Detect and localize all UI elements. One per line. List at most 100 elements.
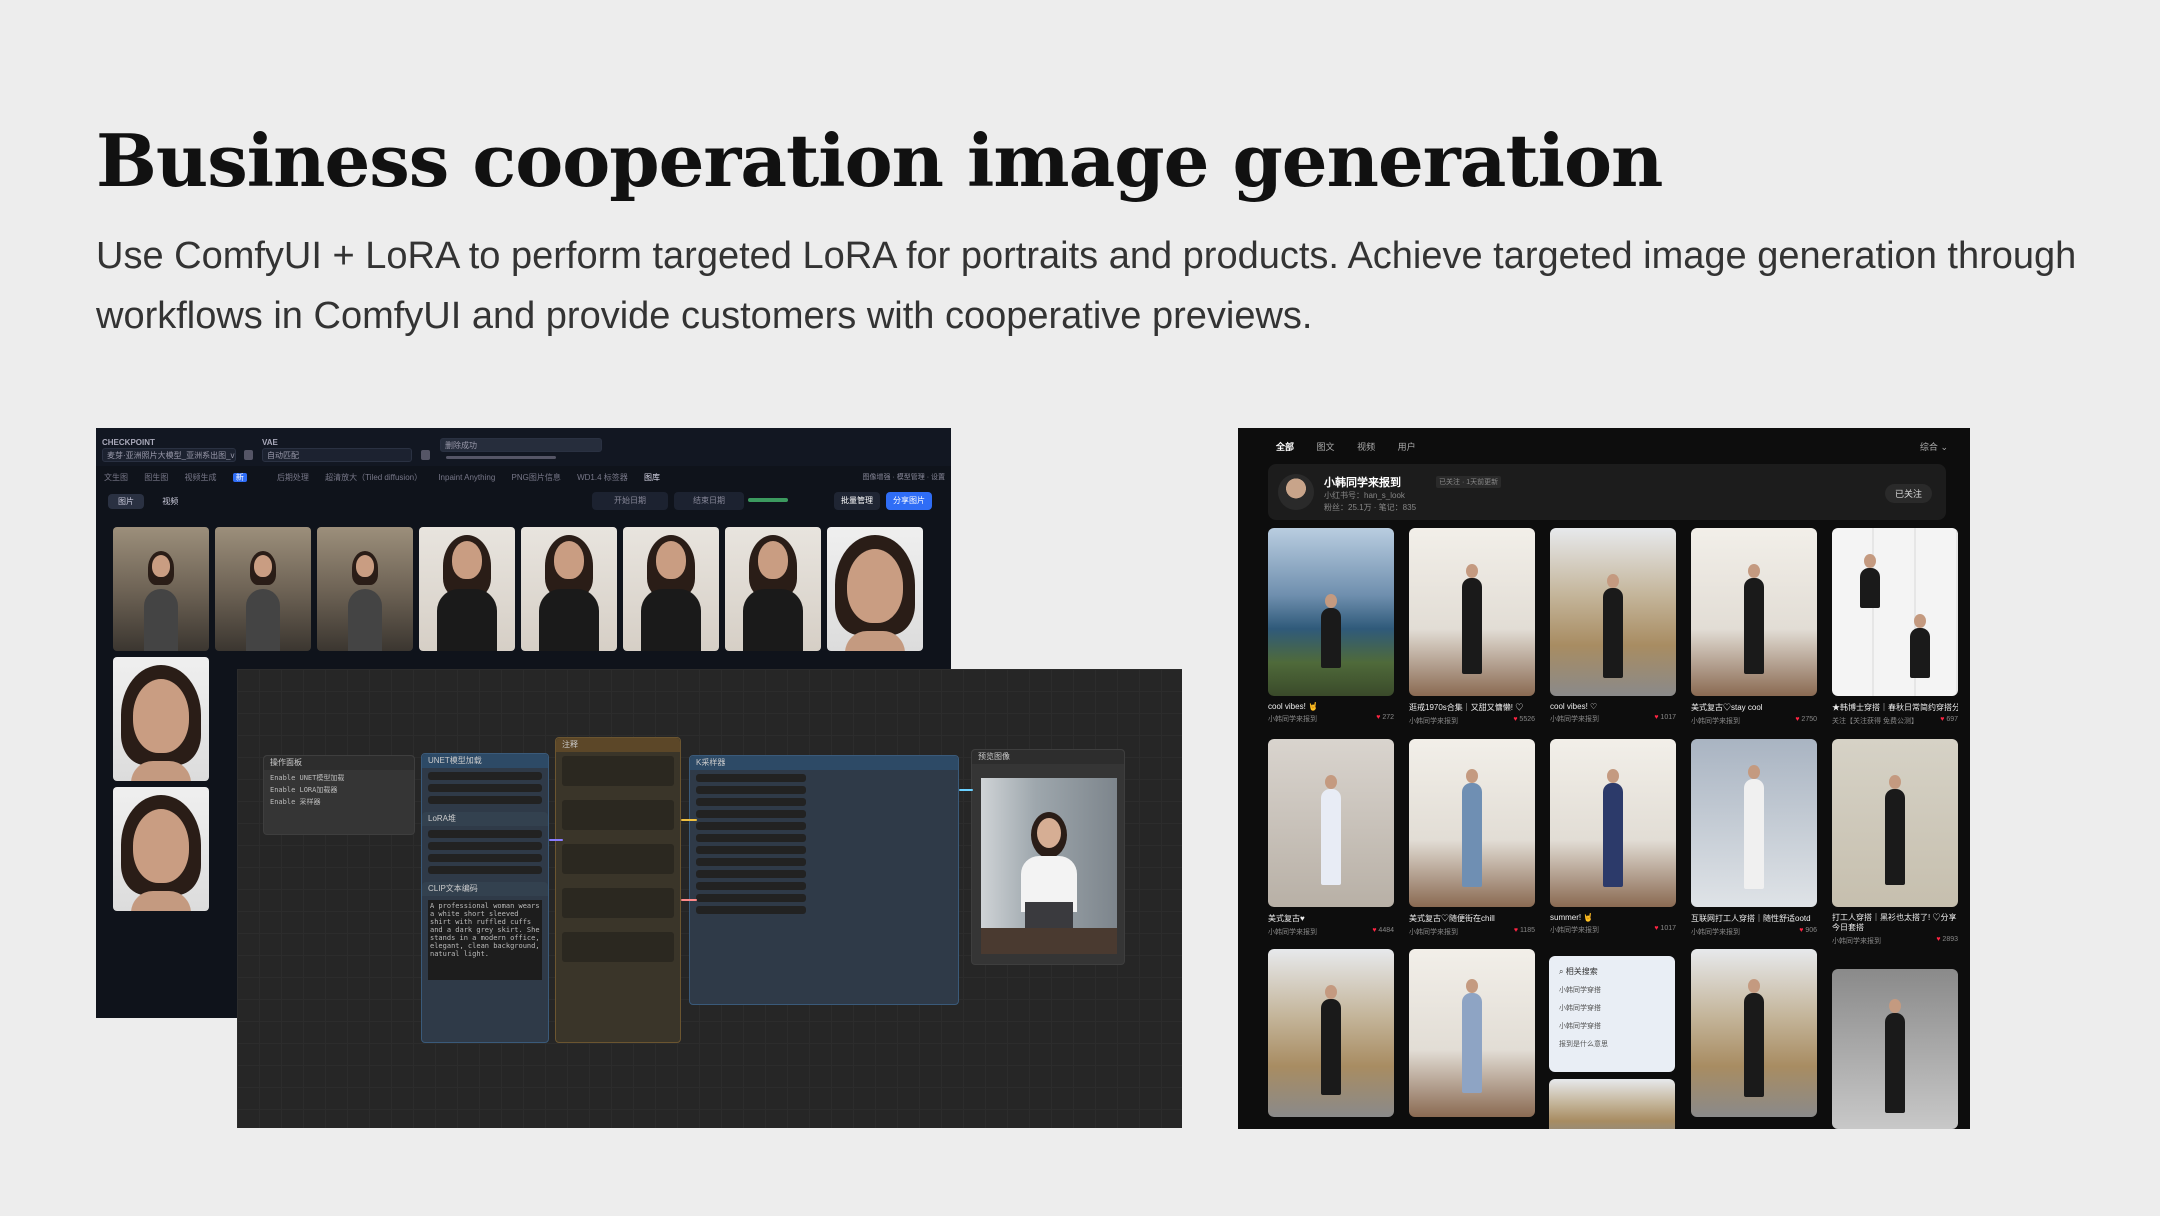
card-author[interactable]: 小韩同学来报到 [1409,718,1458,725]
gallery-thumb[interactable] [113,787,209,911]
connection-wire [549,839,563,841]
feed-card[interactable]: summer! 🤘 小韩同学来报到 ♥ 1017 [1550,739,1676,935]
card-author[interactable]: 小韩同学来报到 [1550,716,1599,723]
sampler-node[interactable]: K采样器 [689,755,959,1005]
tab-inpaint[interactable]: Inpaint Anything [438,473,495,482]
related-item[interactable]: 小韩同学穿搭 [1559,985,1675,995]
gallery-thumb[interactable] [215,527,311,651]
gallery-thumb[interactable] [113,527,209,651]
lora-notes-group[interactable]: 注释 [555,737,681,1043]
gallery-thumb[interactable] [725,527,821,651]
like-count: 1017 [1660,925,1676,932]
feed-card[interactable]: 打工人穿搭｜黑衫也太搭了! ♡分享今日套搭 小韩同学来报到 ♥ 2893 [1832,739,1958,946]
end-date-input[interactable]: 结束日期 [674,492,744,510]
feed-card[interactable]: ★韩博士穿搭｜春秋日常简约穿搭分享 关注【关注获得 免费公测】 ♥ 697 [1832,528,1958,726]
card-author[interactable]: 小韩同学来报到 [1268,716,1317,723]
profile-name[interactable]: 小韩同学来报到 [1324,474,1401,490]
feed-card[interactable]: 逛戒1970s合集｜又甜又慵懒! ♡ 小韩同学来报到 ♥ 5526 [1409,528,1535,726]
lora-toast: 删除成功 [440,438,602,452]
related-item[interactable]: 报到是什么意思 [1559,1039,1675,1049]
feed-card[interactable]: cool vibes! 🤘 小韩同学来报到 ♥ 272 [1268,528,1394,724]
feed-card[interactable] [1832,969,1958,1129]
checkpoint-select[interactable]: 麦芽·亚洲照片大模型_亚洲系出图_v1.safetensors [102,448,236,462]
heart-icon[interactable]: ♥ [1376,714,1380,721]
related-item[interactable]: 小韩同学穿搭 [1559,1003,1675,1013]
feed-card[interactable] [1549,1079,1675,1129]
sort-dropdown[interactable]: 综合 ⌄ [1920,440,1948,453]
tab-img2img[interactable]: 图生图 [144,473,168,482]
mode-image[interactable]: 图片 [108,494,144,509]
card-author[interactable]: 小韩同学来报到 [1691,929,1740,936]
feed-card[interactable]: 互联网打工人穿搭｜随性舒适ootd 小韩同学来报到 ♥ 906 [1691,739,1817,937]
node-row[interactable]: Enable 采样器 [270,798,408,806]
heart-icon[interactable]: ♥ [1372,927,1376,934]
profile-stats: 粉丝：25.1万 · 笔记：835 [1324,503,1417,512]
feed-card[interactable]: cool vibes! ♡ 小韩同学来报到 ♥ 1017 [1550,528,1676,724]
gallery-thumb[interactable] [113,657,209,781]
start-date-input[interactable]: 开始日期 [592,492,668,510]
link-models[interactable]: 模型管理 [897,474,925,481]
tab-all[interactable]: 全部 [1276,442,1294,452]
tab-txt2img[interactable]: 文生图 [104,473,128,482]
heart-icon[interactable]: ♥ [1936,936,1940,943]
heart-icon[interactable]: ♥ [1654,714,1658,721]
chevron-down-icon: ⌄ [1940,442,1948,452]
card-caption: cool vibes! ♡ [1550,702,1598,711]
link-settings[interactable]: 设置 [931,474,945,481]
tab-posts[interactable]: 图文 [1317,442,1335,452]
generated-image-preview [981,778,1117,954]
tab-videos[interactable]: 视频 [1357,442,1375,452]
gallery-thumb[interactable] [623,527,719,651]
heart-icon[interactable]: ♥ [1795,716,1799,723]
heart-icon[interactable]: ♥ [1514,927,1518,934]
settings-icon[interactable] [421,450,430,460]
card-author[interactable]: 关注【关注获得 免费公测】 [1832,718,1918,725]
prompt-textarea[interactable]: A professional woman wears a white short… [428,900,542,980]
tab-tagger[interactable]: WD1.4 标签器 [577,473,628,482]
related-item[interactable]: 小韩同学穿搭 [1559,1021,1675,1031]
refresh-icon[interactable] [244,450,253,460]
node-title: LoRA堆 [422,812,548,826]
follow-button[interactable]: 已关注 [1884,484,1932,503]
tab-png-info[interactable]: PNG图片信息 [512,473,561,482]
unet-loader-node[interactable]: UNET模型加载 LoRA堆 CLIP文本编码 A professional w… [421,753,549,1043]
vae-select[interactable]: 自动匹配 [262,448,412,462]
gallery-thumb[interactable] [521,527,617,651]
node-row[interactable]: Enable UNET模型加载 [270,774,408,782]
gallery-thumb[interactable] [827,527,923,651]
heart-icon[interactable]: ♥ [1940,716,1944,723]
share-button[interactable]: 分享图片 [886,492,932,510]
like-count: 272 [1382,714,1394,721]
tab-gallery[interactable]: 图库 [644,473,660,482]
media-mode-toggle: 图片 视频 [108,494,194,510]
feed-card[interactable] [1691,949,1817,1117]
feed-card[interactable]: 美式复古♡随便街在chill 小韩同学来报到 ♥ 1185 [1409,739,1535,937]
tab-video[interactable]: 视频生成 新 [184,473,260,482]
tab-upscale[interactable]: 超清放大（Tiled diffusion） [325,473,422,482]
feed-card[interactable]: 美式复古♥ 小韩同学来报到 ♥ 4484 [1268,739,1394,937]
card-author[interactable]: 小韩同学来报到 [1691,718,1740,725]
tab-postprocess[interactable]: 后期处理 [277,473,309,482]
gallery-thumb[interactable] [317,527,413,651]
card-author[interactable]: 小韩同学来报到 [1268,929,1317,936]
control-group-node[interactable]: 操作面板 Enable UNET模型加载 Enable LORA加载器 Enab… [263,755,415,835]
heart-icon[interactable]: ♥ [1799,927,1803,934]
preview-image-node[interactable]: 预览图像 [971,749,1125,965]
node-row[interactable]: Enable LORA加载器 [270,786,408,794]
avatar[interactable] [1278,474,1314,510]
mode-video[interactable]: 视频 [152,494,188,509]
heart-icon[interactable]: ♥ [1654,925,1658,932]
batch-manage-button[interactable]: 批量管理 [834,492,880,510]
card-author[interactable]: 小韩同学来报到 [1409,929,1458,936]
card-caption: 美式复古♡stay cool [1691,703,1763,712]
link-enhance[interactable]: 图像增强 [863,474,891,481]
heart-icon[interactable]: ♥ [1513,716,1517,723]
feed-card[interactable] [1268,949,1394,1117]
profile-card[interactable]: 小韩同学来报到 已关注 · 1天前更新 小红书号：han_s_look 粉丝：2… [1268,464,1946,520]
feed-card[interactable] [1409,949,1535,1117]
tab-users[interactable]: 用户 [1398,442,1416,452]
gallery-thumb[interactable] [419,527,515,651]
card-author[interactable]: 小韩同学来报到 [1832,938,1881,945]
feed-card[interactable]: 美式复古♡stay cool 小韩同学来报到 ♥ 2750 [1691,528,1817,726]
card-author[interactable]: 小韩同学来报到 [1550,927,1599,934]
